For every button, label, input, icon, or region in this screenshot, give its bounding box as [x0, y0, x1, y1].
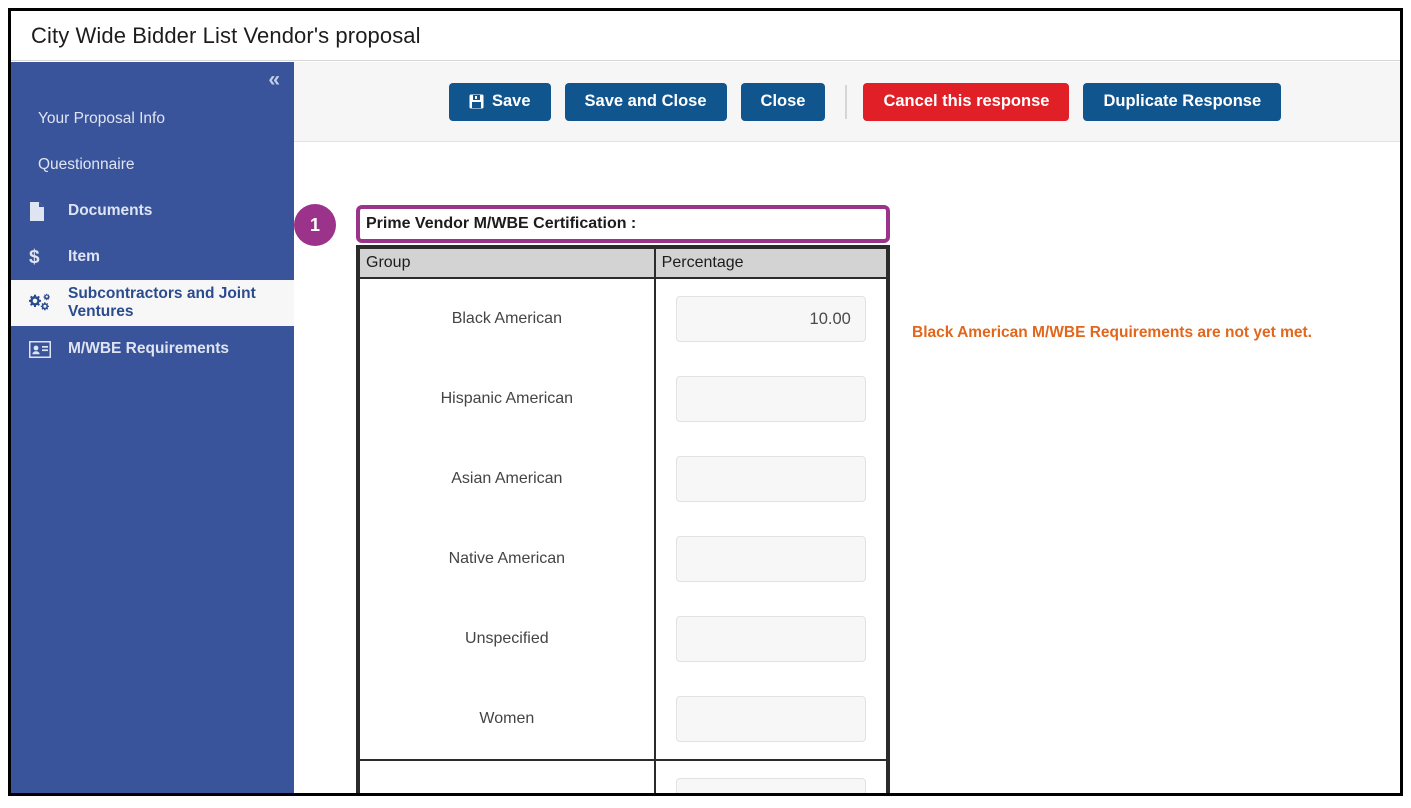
callout-badge-1: 1: [294, 204, 336, 246]
percentage-cell: [653, 599, 889, 679]
sidebar-item-label: Your Proposal Info: [38, 110, 165, 128]
percentage-input[interactable]: [675, 696, 866, 742]
dollar-icon: $: [29, 247, 59, 267]
sidebar-item-label: M/WBE Requirements: [68, 340, 230, 358]
sidebar-item-item[interactable]: $ Item: [11, 234, 294, 280]
sidebar-item-label: Documents: [68, 202, 153, 220]
id-card-icon: [29, 340, 59, 358]
group-label: Native American: [358, 519, 656, 599]
save-and-close-button[interactable]: Save and Close: [564, 82, 727, 121]
app-window: City Wide Bidder List Vendor's proposal …: [8, 8, 1403, 796]
percentage-input[interactable]: [675, 296, 866, 342]
page-title: City Wide Bidder List Vendor's proposal: [31, 22, 421, 48]
cancel-this-response-button-label: Cancel this response: [883, 92, 1050, 110]
percentage-cell: [653, 359, 889, 439]
column-header-group: Group: [358, 247, 656, 279]
action-toolbar: Save Save and Close Close Cancel this re…: [294, 62, 1400, 142]
close-button[interactable]: Close: [740, 82, 826, 121]
percentage-input[interactable]: [675, 456, 866, 502]
table-row: Women: [358, 679, 889, 760]
column-header-percentage: Percentage: [653, 247, 889, 279]
table-row: Asian American: [358, 439, 889, 519]
callout-badge-number: 1: [309, 214, 320, 235]
sidebar-item-questionnaire[interactable]: Questionnaire: [11, 142, 294, 188]
table-header-row: Group Percentage: [358, 247, 889, 279]
gears-icon: [29, 293, 59, 313]
sidebar-item-documents[interactable]: Documents: [11, 188, 294, 234]
sidebar-item-label: Item: [68, 248, 100, 266]
total-label: Total Participation Goals: [358, 759, 656, 793]
sidebar-item-label: Subcontractors and Joint Ventures: [68, 285, 256, 320]
prime-vendor-certification-label: Prime Vendor M/WBE Certification :: [366, 215, 637, 232]
sidebar: « Your Proposal Info Questionnaire Docum…: [11, 62, 294, 793]
prime-vendor-certification-field[interactable]: Prime Vendor M/WBE Certification :: [356, 205, 890, 243]
total-percentage-input: [675, 778, 866, 793]
table-row: Unspecified: [358, 599, 889, 679]
percentage-cell: [653, 278, 889, 359]
percentage-cell: [653, 679, 889, 760]
close-button-label: Close: [760, 92, 806, 110]
screenshot-root: City Wide Bidder List Vendor's proposal …: [0, 0, 1411, 808]
requirements-warning-message: Black American M/WBE Requirements are no…: [912, 324, 1312, 341]
table-total-row: Total Participation Goals: [358, 759, 889, 793]
save-button-label: Save: [492, 92, 531, 110]
group-label: Women: [358, 679, 656, 760]
document-icon: [29, 201, 59, 221]
sidebar-item-your-proposal-info[interactable]: Your Proposal Info: [11, 96, 294, 142]
duplicate-response-button-label: Duplicate Response: [1103, 92, 1262, 110]
group-label: Black American: [358, 278, 656, 359]
percentage-cell: [653, 439, 889, 519]
percentage-input[interactable]: [675, 376, 866, 422]
svg-text:$: $: [29, 247, 40, 267]
mwbe-participation-table: Group Percentage Black American 10.00 Hi…: [356, 245, 890, 793]
sidebar-item-mwbe-requirements[interactable]: M/WBE Requirements: [11, 326, 294, 372]
sidebar-item-label: Questionnaire: [38, 156, 135, 174]
percentage-input[interactable]: [675, 536, 866, 582]
duplicate-response-button[interactable]: Duplicate Response: [1083, 82, 1282, 121]
sidebar-collapse-icon[interactable]: «: [268, 69, 280, 90]
toolbar-divider: [845, 84, 848, 119]
percentage-input[interactable]: [675, 616, 866, 662]
content-area: Save Save and Close Close Cancel this re…: [294, 62, 1400, 793]
floppy-disk-icon: [469, 94, 484, 109]
group-label: Hispanic American: [358, 359, 656, 439]
table-row: Hispanic American: [358, 359, 889, 439]
table-row: Black American: [358, 278, 889, 359]
cancel-this-response-button[interactable]: Cancel this response: [863, 82, 1070, 121]
table-row: Native American: [358, 519, 889, 599]
percentage-cell: [653, 519, 889, 599]
save-button[interactable]: Save: [449, 82, 551, 121]
group-label: Asian American: [358, 439, 656, 519]
total-percentage-cell: [653, 759, 889, 793]
sidebar-item-subcontractors-and-joint-ventures[interactable]: Subcontractors and Joint Ventures: [11, 280, 294, 326]
group-label: Unspecified: [358, 599, 656, 679]
save-and-close-button-label: Save and Close: [584, 92, 707, 110]
form-body: 1 Prime Vendor M/WBE Certification : Gro…: [294, 142, 1400, 793]
window-titlebar: City Wide Bidder List Vendor's proposal: [11, 11, 1400, 61]
